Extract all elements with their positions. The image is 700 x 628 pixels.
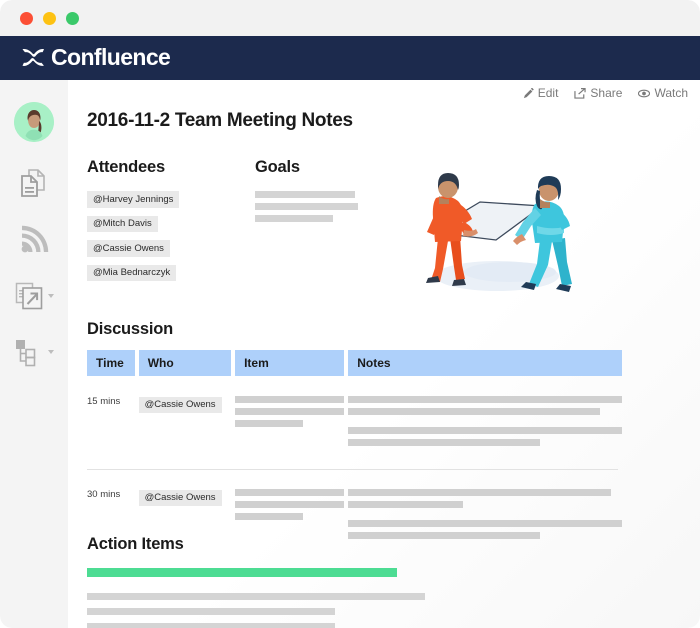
rss-icon bbox=[19, 225, 49, 255]
share-pages-icon bbox=[14, 281, 44, 311]
placeholder-bar bbox=[235, 408, 344, 415]
placeholder-bar bbox=[87, 623, 335, 628]
confluence-logo-text: Confluence bbox=[51, 44, 170, 71]
column-header-item: Item bbox=[235, 350, 344, 376]
table-row: 15 mins @Cassie Owens bbox=[87, 376, 622, 451]
minimize-window-button[interactable] bbox=[43, 12, 56, 25]
placeholder-bar bbox=[348, 520, 622, 527]
placeholder-bar bbox=[348, 396, 622, 403]
illustration-svg bbox=[392, 154, 592, 299]
eye-icon bbox=[638, 89, 650, 98]
placeholder-bar bbox=[235, 489, 344, 496]
page-actions-toolbar: Edit Share Watch bbox=[523, 86, 688, 100]
page-tree-icon bbox=[14, 337, 44, 367]
cell-notes bbox=[348, 394, 622, 451]
pages-icon bbox=[19, 168, 49, 200]
close-window-button[interactable] bbox=[20, 12, 33, 25]
page-canvas: Edit Share Watch 2016-11-2 Team Meeti bbox=[68, 80, 700, 628]
goals-section: Goals bbox=[255, 158, 375, 227]
discussion-table: Time Who Item Notes 15 mins @Cassie Owen… bbox=[87, 350, 622, 544]
watch-button[interactable]: Watch bbox=[638, 86, 688, 100]
browser-window: Confluence bbox=[0, 0, 700, 628]
placeholder-bar bbox=[87, 608, 335, 615]
table-row: 30 mins @Cassie Owens bbox=[87, 469, 622, 544]
cell-time: 15 mins bbox=[87, 394, 135, 451]
attendee-chip[interactable]: @Cassie Owens bbox=[139, 397, 222, 414]
placeholder-bar bbox=[255, 191, 355, 198]
placeholder-bar bbox=[235, 396, 344, 403]
watch-label: Watch bbox=[654, 86, 688, 100]
illustration-two-people-carrying-panel bbox=[392, 154, 592, 299]
placeholder-bar bbox=[348, 439, 540, 446]
goals-placeholder-bars bbox=[255, 191, 375, 222]
column-header-who: Who bbox=[139, 350, 231, 376]
sidebar-item-page-tree[interactable] bbox=[0, 334, 68, 370]
attendee-chip[interactable]: @Mia Bednarczyk bbox=[87, 265, 176, 282]
attendee-chip[interactable]: @Harvey Jennings bbox=[87, 191, 179, 208]
table-header-row: Time Who Item Notes bbox=[87, 350, 622, 376]
placeholder-bar bbox=[348, 489, 611, 496]
column-header-notes: Notes bbox=[348, 350, 622, 376]
action-items-heading: Action Items bbox=[87, 535, 687, 554]
action-item-highlight-bar bbox=[87, 568, 397, 577]
share-button[interactable]: Share bbox=[574, 86, 622, 100]
share-icon bbox=[574, 88, 586, 99]
share-label: Share bbox=[590, 86, 622, 100]
edit-button[interactable]: Edit bbox=[523, 86, 559, 100]
sidebar-item-pages[interactable] bbox=[0, 166, 68, 202]
page-title: 2016-11-2 Team Meeting Notes bbox=[87, 110, 687, 132]
placeholder-bar bbox=[255, 215, 333, 222]
discussion-section: Discussion Time Who Item Notes 15 mins @… bbox=[87, 320, 687, 339]
placeholder-bar bbox=[348, 427, 622, 434]
column-header-time: Time bbox=[87, 350, 135, 376]
sidebar-item-share-pages[interactable] bbox=[0, 278, 68, 314]
placeholder-bar bbox=[235, 420, 303, 427]
confluence-logo-icon bbox=[20, 45, 46, 70]
placeholder-bar bbox=[87, 593, 425, 600]
edit-label: Edit bbox=[538, 86, 559, 100]
placeholder-bar bbox=[235, 513, 303, 520]
pencil-icon bbox=[523, 88, 534, 99]
discussion-heading: Discussion bbox=[87, 320, 687, 339]
chevron-down-icon[interactable] bbox=[48, 350, 54, 354]
action-items-placeholder-bars bbox=[87, 593, 687, 628]
goals-heading: Goals bbox=[255, 158, 375, 177]
user-avatar-icon bbox=[14, 102, 54, 142]
placeholder-bar bbox=[348, 408, 600, 415]
confluence-logo[interactable]: Confluence bbox=[20, 44, 170, 71]
sidebar-item-feed[interactable] bbox=[0, 222, 68, 258]
attendees-heading: Attendees bbox=[87, 158, 237, 177]
page-content: 2016-11-2 Team Meeting Notes Attendees @… bbox=[87, 110, 687, 132]
top-navigation-bar: Confluence bbox=[0, 36, 700, 80]
attendee-chip[interactable]: @Mitch Davis bbox=[87, 216, 158, 233]
maximize-window-button[interactable] bbox=[66, 12, 79, 25]
placeholder-bar bbox=[235, 501, 344, 508]
left-icon-rail bbox=[0, 80, 68, 628]
avatar bbox=[14, 102, 54, 142]
window-titlebar bbox=[0, 0, 700, 36]
chevron-down-icon[interactable] bbox=[48, 294, 54, 298]
window-controls bbox=[20, 12, 79, 25]
attendee-chip[interactable]: @Cassie Owens bbox=[87, 240, 170, 257]
placeholder-bar bbox=[255, 203, 358, 210]
attendees-section: Attendees @Harvey Jennings @Mitch Davis … bbox=[87, 158, 237, 281]
attendee-chip-list: @Harvey Jennings @Mitch Davis @Cassie Ow… bbox=[87, 183, 237, 281]
placeholder-bar bbox=[348, 501, 463, 508]
action-items-section: Action Items bbox=[87, 535, 687, 628]
sidebar-item-avatar[interactable] bbox=[0, 100, 68, 144]
cell-who: @Cassie Owens bbox=[139, 394, 231, 451]
attendee-chip[interactable]: @Cassie Owens bbox=[139, 490, 222, 507]
cell-item bbox=[235, 394, 344, 451]
